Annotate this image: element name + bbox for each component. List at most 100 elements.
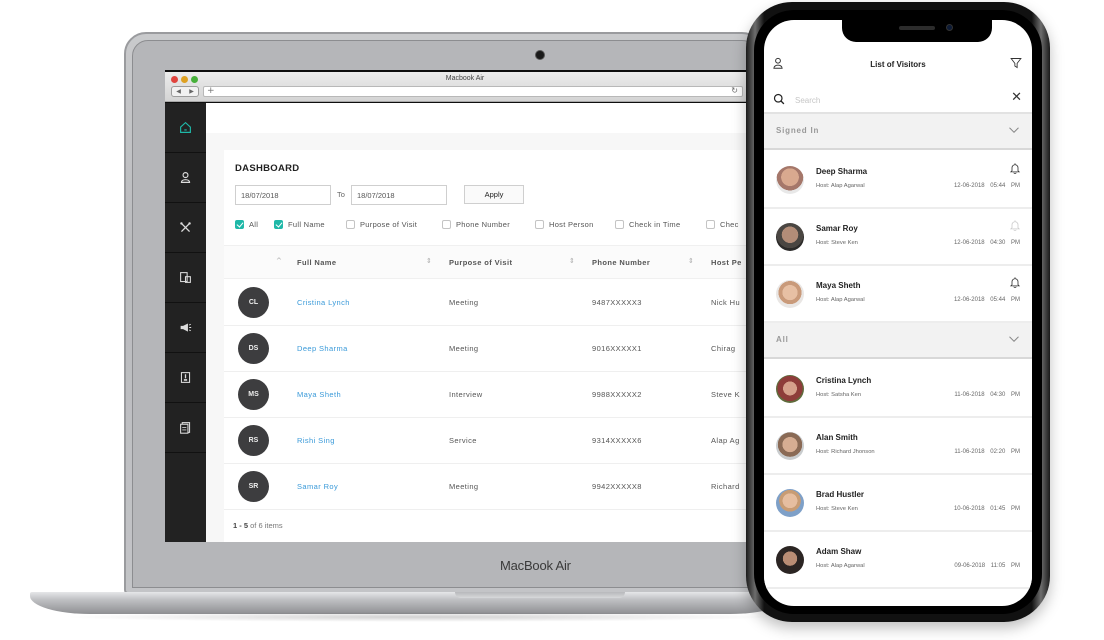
column-header-purpose[interactable]: Purpose of Visit	[449, 258, 512, 267]
pagination-range: 1 - 5	[233, 521, 249, 530]
address-bar[interactable]: + ↻	[203, 86, 743, 97]
visitor-list-item[interactable]: Alan Smith Host: Richard Jhonson 11-06-2…	[764, 418, 1032, 475]
section-label: Signed In	[776, 126, 820, 135]
checkbox[interactable]	[535, 220, 544, 229]
table-row[interactable]: SR Samar Roy Meeting 9942XXXXX8 Richard	[224, 464, 765, 510]
table-row[interactable]: DS Deep Sharma Meeting 9016XXXXX1 Chirag	[224, 326, 765, 372]
checkbox[interactable]	[442, 220, 451, 229]
sidebar-item-home[interactable]	[165, 103, 206, 153]
laptop-brand-label: MacBook Air	[500, 558, 571, 573]
filter-check-in-time[interactable]: Check in Time	[615, 220, 680, 229]
sidebar-item-announcements[interactable]	[165, 303, 206, 353]
megaphone-icon	[180, 323, 192, 332]
sidebar-item-tools[interactable]	[165, 203, 206, 253]
avatar	[776, 166, 804, 194]
history-nav: ◀ ▶	[171, 86, 199, 97]
avatar	[776, 432, 804, 460]
avatar: DS	[238, 333, 269, 364]
forward-button[interactable]: ▶	[189, 88, 194, 95]
sort-ascending-icon[interactable]: ^	[276, 257, 282, 265]
visitor-list-item[interactable]: Cristina Lynch Host: Satsha Ken 11-06-20…	[764, 361, 1032, 418]
visitor-name-link[interactable]: Rishi Sing	[297, 436, 335, 445]
table-row[interactable]: CL Cristina Lynch Meeting 9487XXXXX3 Nic…	[224, 280, 765, 326]
clear-search-icon[interactable]: ✕	[1011, 90, 1022, 105]
sidebar-item-reports[interactable]	[165, 403, 206, 453]
visitor-datetime: 12-06-2018 05:44 PM	[953, 297, 1020, 303]
visitor-name-link[interactable]: Maya Sheth	[297, 390, 341, 399]
window-title: Macbook Air	[445, 75, 485, 82]
checkbox[interactable]	[235, 220, 244, 229]
filter-icon[interactable]	[1010, 57, 1022, 69]
visitor-host: Host: Alap Agarwal	[816, 297, 865, 303]
bell-muted-icon[interactable]	[1009, 219, 1021, 232]
new-tab-button[interactable]: +	[207, 86, 215, 96]
host-cell: Nick Hu	[711, 298, 741, 307]
avatar: RS	[238, 425, 269, 456]
avatar	[776, 375, 804, 403]
phone-cell: 9988XXXXX2	[592, 390, 642, 399]
visitor-list-item[interactable]: Adam Shaw Host: Alap Agarwal 09-06-2018 …	[764, 532, 1032, 589]
purpose-cell: Interview	[449, 390, 483, 399]
chevron-down-icon	[1009, 336, 1019, 342]
checkbox[interactable]	[615, 220, 624, 229]
bell-icon[interactable]	[1009, 162, 1021, 175]
checkbox[interactable]	[274, 220, 283, 229]
visitor-name-link[interactable]: Deep Sharma	[297, 344, 348, 353]
phone-bezel: List of Visitors Search ✕ Signed In Deep…	[754, 10, 1042, 614]
sidebar-item-visitors[interactable]	[165, 153, 206, 203]
column-header-full-name[interactable]: Full Name	[297, 258, 336, 267]
date-from-input[interactable]: 18/07/2018	[235, 185, 331, 205]
visitor-list-item[interactable]: Samar Roy Host: Steve Ken 12-06-2018 04:…	[764, 209, 1032, 266]
laptop-base	[30, 592, 790, 614]
filter-host-person[interactable]: Host Person	[535, 220, 594, 229]
section-header-all[interactable]: All	[764, 323, 1032, 359]
purpose-cell: Meeting	[449, 482, 479, 491]
column-header-host[interactable]: Host Pe	[711, 258, 742, 267]
filter-label: Phone Number	[456, 220, 511, 229]
visitor-name: Deep Sharma	[816, 167, 868, 176]
visitor-list-item[interactable]: Maya Sheth Host: Alap Agarwal 12-06-2018…	[764, 266, 1032, 323]
pagination-info: 1 - 5 of 6 items	[233, 521, 283, 530]
visitor-name-link[interactable]: Cristina Lynch	[297, 298, 350, 307]
filter-check-out-time[interactable]: Chec	[706, 220, 739, 229]
badge-icon	[180, 372, 191, 383]
sidebar-item-devices[interactable]	[165, 253, 206, 303]
sidebar-item-badges[interactable]	[165, 353, 206, 403]
avatar	[776, 489, 804, 517]
chevron-down-icon	[1009, 127, 1019, 133]
table-row[interactable]: MS Maya Sheth Interview 9988XXXXX2 Steve…	[224, 372, 765, 418]
filter-label: Purpose of Visit	[360, 220, 418, 229]
apply-button[interactable]: Apply	[464, 185, 524, 204]
filter-purpose-of-visit[interactable]: Purpose of Visit	[346, 220, 417, 229]
checkbox[interactable]	[346, 220, 355, 229]
home-icon	[180, 121, 191, 133]
back-button[interactable]: ◀	[176, 88, 181, 95]
checkbox[interactable]	[706, 220, 715, 229]
filter-all[interactable]: All	[235, 220, 258, 229]
visitor-host: Host: Richard Jhonson	[816, 449, 875, 455]
filter-full-name[interactable]: Full Name	[274, 220, 325, 229]
table-row[interactable]: RS Rishi Sing Service 9314XXXXX6 Alap Ag	[224, 418, 765, 464]
avatar: CL	[238, 287, 269, 318]
sort-icon[interactable]: ⇕	[426, 257, 432, 265]
reload-icon[interactable]: ↻	[731, 86, 738, 95]
visitor-list-item[interactable]: Brad Hustler Host: Steve Ken 10-06-2018 …	[764, 475, 1032, 532]
sort-icon[interactable]: ⇕	[688, 257, 694, 265]
phone-cell: 9314XXXXX6	[592, 436, 642, 445]
bell-icon[interactable]	[1009, 276, 1021, 289]
filter-phone-number[interactable]: Phone Number	[442, 220, 510, 229]
section-header-signed-in[interactable]: Signed In	[764, 114, 1032, 150]
search-input[interactable]: Search	[795, 96, 820, 105]
mobile-search-bar[interactable]: Search ✕	[764, 90, 1032, 114]
visitor-dashboard-app: DASHBOARD 18/07/2018 To 18/07/2018 Apply…	[165, 103, 765, 542]
laptop-shadow	[60, 612, 780, 622]
visitor-list-item[interactable]: Deep Sharma Host: Alap Agarwal 12-06-201…	[764, 152, 1032, 209]
visitor-name: Cristina Lynch	[816, 376, 872, 385]
column-header-phone[interactable]: Phone Number	[592, 258, 650, 267]
date-to-input[interactable]: 18/07/2018	[351, 185, 447, 205]
avatar	[776, 223, 804, 251]
visitor-name-link[interactable]: Samar Roy	[297, 482, 338, 491]
visitor-host: Host: Alap Agarwal	[816, 563, 865, 569]
tools-icon	[180, 222, 191, 233]
sort-icon[interactable]: ⇕	[569, 257, 575, 265]
